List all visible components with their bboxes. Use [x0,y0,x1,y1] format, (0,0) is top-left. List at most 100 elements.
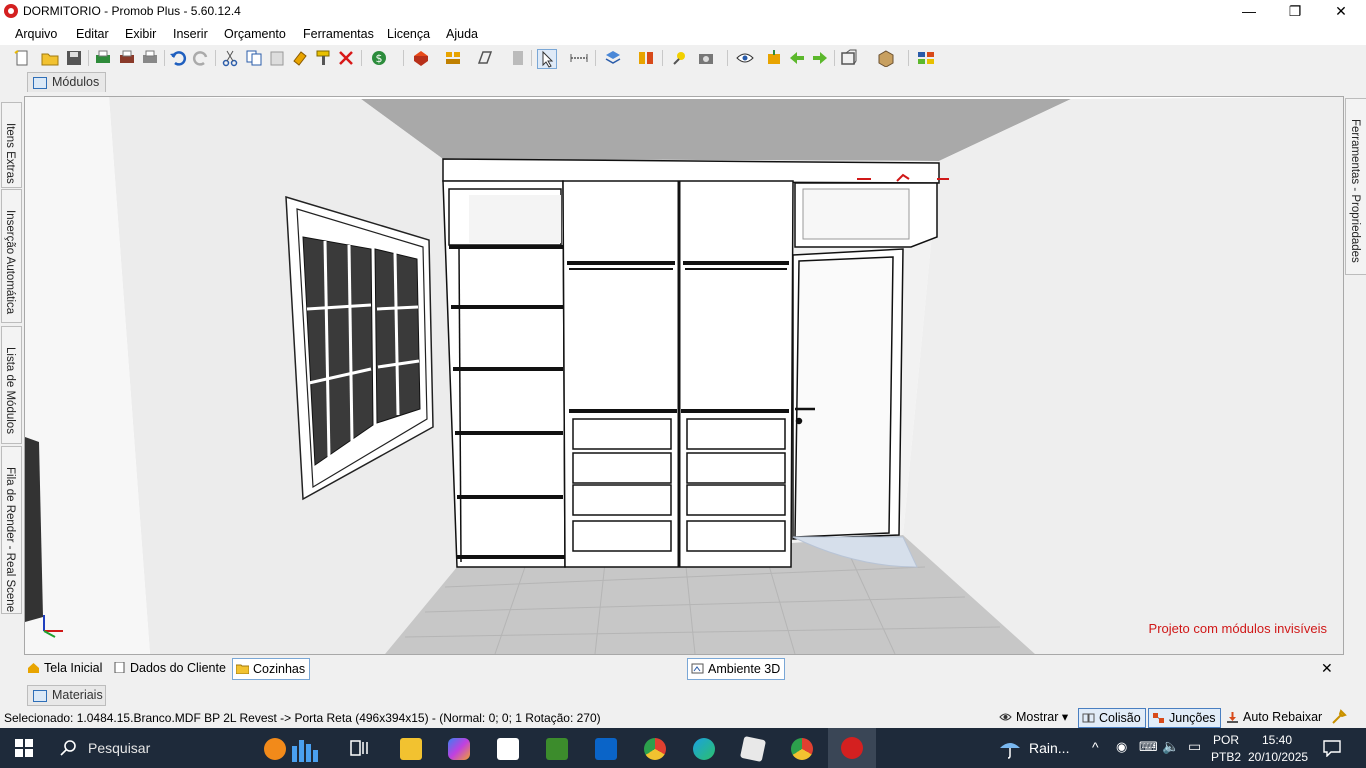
language-indicator[interactable]: POR [1213,733,1239,747]
measure-icon[interactable] [570,49,588,67]
modules-tab-icon [33,77,47,89]
chrome-icon[interactable] [644,738,666,760]
weather-icon[interactable] [998,736,1022,760]
menu-exibir[interactable]: Exibir [125,27,156,41]
save-icon[interactable] [65,49,83,67]
clock-time[interactable]: 15:40 [1262,733,1292,747]
keyboard-layout-indicator[interactable]: PTB2 [1211,750,1241,764]
colors-icon[interactable] [917,49,935,67]
chevron-up-icon[interactable]: ^ [1092,739,1099,755]
windows-start-icon[interactable] [15,739,33,757]
eye-icon[interactable] [736,49,754,67]
menu-arquivo[interactable]: Arquivo [15,27,57,41]
modules-tab-label: Módulos [52,75,100,89]
network-icon[interactable]: ◉ [1116,739,1127,755]
outlook-icon[interactable] [595,738,617,760]
camera-icon[interactable] [697,49,715,67]
search-icon [60,740,76,756]
3d-viewport[interactable]: Projeto com módulos invisíveis [24,96,1344,655]
menu-ferramentas[interactable]: Ferramentas [303,27,374,41]
minecraft-icon[interactable] [546,738,568,760]
auto-lower-icon [1227,712,1238,723]
weather-text[interactable]: Rain... [1029,740,1069,756]
side-tab-insercao-automatica[interactable]: Inserção Automática [1,189,22,323]
brush-icon[interactable] [314,49,332,67]
collision-toggle[interactable]: Colisão [1078,708,1146,728]
new-icon[interactable] [13,49,31,67]
battery-icon[interactable]: ▭ [1188,738,1201,755]
maximize-button[interactable]: ❐ [1272,0,1318,23]
wall-icon[interactable] [509,49,527,67]
menu-licenca[interactable]: Licença [387,27,430,41]
right-side-panel[interactable]: Ferramentas - Propriedades [1345,98,1366,275]
redo-icon[interactable] [192,49,210,67]
volume-icon[interactable]: 🔈 [1162,738,1179,755]
print-preview-icon[interactable] [118,49,136,67]
taskbar-search[interactable]: Pesquisar [48,728,248,768]
ime-icon[interactable]: ⌨ [1139,739,1158,755]
cut-icon[interactable] [221,49,239,67]
eye-icon [999,713,1012,721]
selection-status: Selecionado: 1.0484.15.Branco.MDF BP 2L … [4,711,601,725]
copilot-icon[interactable] [448,738,470,760]
menu-ajuda[interactable]: Ajuda [446,27,478,41]
modules-tab[interactable]: Módulos [27,72,106,92]
junctions-icon [1153,713,1164,723]
task-view-icon[interactable] [350,739,370,757]
side-tab-fila-de-render[interactable]: Fila de Render - Real Scene [1,446,22,614]
tab-ambiente-3d[interactable]: Ambiente 3D [687,658,786,680]
tab-tela-inicial[interactable]: Tela Inicial [24,658,106,678]
roblox-icon[interactable] [739,735,767,763]
select-icon[interactable] [537,49,557,69]
view-icon[interactable] [840,49,858,67]
menu-orcamento[interactable]: Orçamento [224,27,286,41]
chart-widget-icon[interactable] [290,736,326,762]
menu-editar[interactable]: Editar [76,27,109,41]
close-button[interactable]: ✕ [1318,0,1364,23]
tab-cozinhas[interactable]: Cozinhas [232,658,311,680]
close-tab-icon[interactable]: ✕ [1321,660,1333,677]
box-icon[interactable] [877,49,895,67]
mirror-icon[interactable] [637,49,655,67]
delete-icon[interactable] [337,49,355,67]
budget-icon[interactable]: $ [370,49,388,67]
settings-tool-icon[interactable] [1331,709,1347,725]
clock-date[interactable]: 20/10/2025 [1248,750,1308,764]
side-tab-itens-extras[interactable]: Itens Extras [1,102,22,188]
minimize-button[interactable]: — [1226,0,1272,23]
arrow-right-icon[interactable] [811,49,829,67]
chrome-profile-icon[interactable] [791,738,813,760]
paste-icon[interactable] [268,49,286,67]
shape-icon[interactable] [476,49,494,67]
notification-icon[interactable] [1323,739,1341,757]
wardrobe-shelf-module [442,180,566,568]
menu-inserir[interactable]: Inserir [173,27,208,41]
side-tab-lista-de-modulos[interactable]: Lista de Módulos [1,326,22,444]
window-title: DORMITORIO - Promob Plus - 5.60.12.4 [23,4,241,18]
title-bar: DORMITORIO - Promob Plus - 5.60.12.4 — ❐… [0,0,1366,23]
materials-tab[interactable]: Materiais [27,685,106,706]
room-3d-scene[interactable] [25,97,1343,654]
show-dropdown[interactable]: Mostrar ▾ [996,708,1072,726]
print-icon[interactable] [94,49,112,67]
explode-icon[interactable] [765,49,783,67]
microsoft-store-icon[interactable] [497,738,519,760]
copy-icon[interactable] [245,49,263,67]
light-icon[interactable] [671,49,689,67]
paint-icon[interactable] [291,49,309,67]
junctions-toggle[interactable]: Junções [1148,708,1221,728]
undo-icon[interactable] [169,49,187,67]
file-explorer-icon[interactable] [400,738,422,760]
edge-icon[interactable] [693,738,715,760]
render-icon[interactable] [412,49,430,67]
printer-icon[interactable] [141,49,159,67]
auto-lower-toggle[interactable]: Auto Rebaixar [1223,708,1326,726]
modules-icon[interactable] [444,49,462,67]
promob-logo-icon [4,4,18,18]
tab-dados-do-cliente[interactable]: Dados do Cliente [110,658,230,678]
promob-taskbar-button[interactable] [828,728,876,768]
open-icon[interactable] [41,49,59,67]
layers-icon[interactable] [604,49,622,67]
arrow-left-icon[interactable] [788,49,806,67]
widget-icon[interactable] [264,738,286,760]
